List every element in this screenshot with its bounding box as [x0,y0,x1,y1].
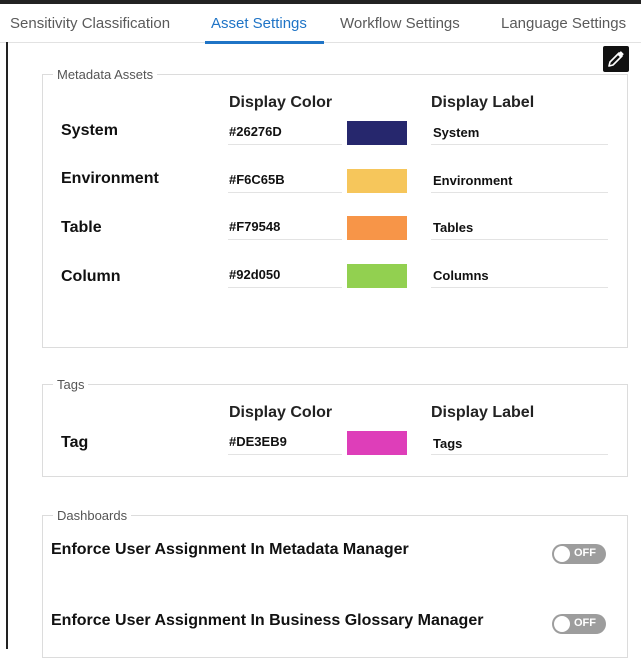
display-label-value: Tags [433,436,463,451]
color-hex-value: #F6C65B [229,172,285,187]
tab-asset-settings[interactable]: Asset Settings [211,15,307,32]
color-hex-field-system[interactable]: #26276D [228,121,342,145]
metadata-assets-legend: Metadata Assets [57,67,154,82]
enforce-business-glossary-toggle[interactable]: OFF [552,614,606,634]
display-label-value: Columns [433,268,489,283]
color-hex-field-column[interactable]: #92d050 [228,264,342,288]
toggle-knob [554,616,570,632]
color-swatch-column[interactable] [347,264,407,288]
color-hex-value: #26276D [229,124,282,139]
asset-name-table: Table [61,219,102,236]
active-tab-indicator [205,41,324,44]
tags-legend: Tags [57,377,85,392]
enforce-metadata-manager-label: Enforce User Assignment In Metadata Mana… [51,541,409,558]
metadata-display-color-header: Display Color [229,94,333,111]
dashboards-legend: Dashboards [57,508,128,523]
display-label-field-system[interactable]: System [431,121,608,145]
panel-left-border [6,42,8,649]
toggle-knob [554,546,570,562]
tab-bar: Sensitivity Classification Asset Setting… [0,4,641,44]
color-hex-field-table[interactable]: #F79548 [228,216,342,240]
asset-name-system: System [61,122,118,139]
toggle-state: OFF [574,617,596,629]
metadata-display-label-header: Display Label [431,94,535,111]
color-swatch-system[interactable] [347,121,407,145]
color-swatch-table[interactable] [347,216,407,240]
asset-name-column: Column [61,268,121,285]
toggle-state: OFF [574,547,596,559]
display-label-value: Environment [433,173,513,188]
enforce-metadata-manager-toggle[interactable]: OFF [552,544,606,564]
tags-section: Tags [42,377,628,477]
asset-name-tag: Tag [61,434,89,451]
color-swatch-tag[interactable] [347,431,407,455]
display-label-value: Tables [433,220,474,235]
tags-display-color-header: Display Color [229,404,333,421]
color-hex-field-environment[interactable]: #F6C65B [228,169,342,193]
asset-name-environment: Environment [61,170,159,187]
dashboards-section: Dashboards [42,508,628,658]
color-hex-value: #F79548 [229,219,281,234]
display-label-field-tag[interactable]: Tags [431,431,608,455]
color-hex-value: #DE3EB9 [229,434,287,449]
display-label-field-table[interactable]: Tables [431,216,608,240]
tab-sensitivity-classification[interactable]: Sensitivity Classification [10,15,170,32]
color-swatch-environment[interactable] [347,169,407,193]
display-label-field-column[interactable]: Columns [431,264,608,288]
color-hex-field-tag[interactable]: #DE3EB9 [228,431,342,455]
display-label-field-environment[interactable]: Environment [431,169,608,193]
tab-workflow-settings[interactable]: Workflow Settings [340,15,460,32]
metadata-assets-section: Metadata Assets [42,67,628,348]
display-label-value: System [433,125,480,140]
color-hex-value: #92d050 [229,267,281,282]
tab-language-settings[interactable]: Language Settings [501,15,626,32]
enforce-business-glossary-label: Enforce User Assignment In Business Glos… [51,612,484,629]
tags-display-label-header: Display Label [431,404,535,421]
